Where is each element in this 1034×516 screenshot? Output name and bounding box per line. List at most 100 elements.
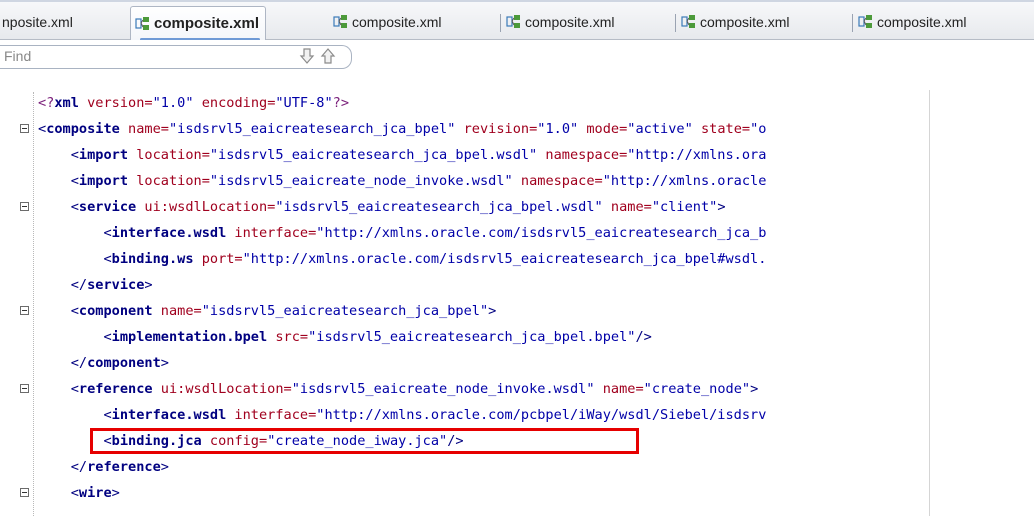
code-token: encoding= bbox=[193, 95, 276, 111]
code-token: "isdsrvl5_eaicreatesearch_jca_bpel.wsdl" bbox=[275, 199, 603, 215]
code-token: "active" bbox=[627, 121, 693, 137]
code-token: state= bbox=[692, 121, 751, 137]
code-token: < bbox=[38, 251, 112, 267]
code-token: "isdsrvl5_eaicreatesearch_jca_bpel.wsdl" bbox=[209, 147, 538, 163]
code-token: "http://xmlns.oracle.com/isdsrvl5_eaicre… bbox=[316, 225, 767, 241]
code-token: reference bbox=[78, 381, 153, 397]
tab-label: composite.xml bbox=[700, 14, 790, 30]
code-token: "http://xmlns.oracle.com/pcbpel/iWay/wsd… bbox=[316, 407, 767, 423]
code-token: > bbox=[144, 277, 153, 293]
code-token: > bbox=[750, 381, 759, 397]
code-token: > bbox=[111, 485, 120, 501]
xml-file-icon bbox=[681, 14, 697, 30]
tab-composite-xml-4[interactable]: composite.xml bbox=[506, 8, 614, 36]
right-margin-line bbox=[929, 90, 930, 516]
fold-toggle-icon[interactable] bbox=[20, 306, 29, 315]
code-token: < bbox=[38, 225, 112, 241]
code-token: name= bbox=[594, 381, 644, 397]
code-token: name= bbox=[152, 303, 202, 319]
code-token: "client" bbox=[651, 199, 718, 215]
code-token: "isdsrvl5_eaicreatesearch_jca_bpel" bbox=[168, 121, 456, 137]
fold-guide-line bbox=[33, 92, 34, 516]
code-line: <binding.jca config="create_node_iway.jc… bbox=[38, 428, 464, 454]
xml-file-icon bbox=[858, 14, 874, 30]
code-line: <interface.wsdl interface="http://xmlns.… bbox=[38, 402, 766, 428]
code-token: "isdsrvl5_eaicreatesearch_jca_bpel.bpel" bbox=[308, 329, 636, 345]
code-token: <? bbox=[38, 95, 55, 111]
code-token: "create_node_iway.jca" bbox=[267, 433, 448, 449]
code-token: namespace= bbox=[537, 147, 628, 163]
code-token: port= bbox=[193, 251, 243, 267]
fold-toggle-icon[interactable] bbox=[20, 488, 29, 497]
code-token: > bbox=[717, 199, 726, 215]
code-token: < bbox=[38, 173, 79, 189]
code-token: "http://xmlns.oracle.com/isdsrvl5_eaicre… bbox=[242, 251, 767, 267]
code-token: mode= bbox=[578, 121, 628, 137]
code-token: src= bbox=[267, 329, 309, 345]
code-token: revision= bbox=[455, 121, 538, 137]
code-line: <service ui:wsdlLocation="isdsrvl5_eaicr… bbox=[38, 194, 726, 220]
code-token: xml bbox=[54, 95, 79, 111]
code-line: <composite name="isdsrvl5_eaicreatesearc… bbox=[38, 116, 766, 142]
tab-composite-xml-5[interactable]: composite.xml bbox=[681, 8, 789, 36]
code-token: </ bbox=[38, 355, 88, 371]
code-token: /> bbox=[447, 433, 464, 449]
code-token: < bbox=[38, 407, 112, 423]
code-token: "isdsrvl5_eaicreatesearch_jca_bpel" bbox=[201, 303, 489, 319]
tab-separator bbox=[852, 14, 853, 32]
code-token: service bbox=[87, 277, 145, 293]
fold-toggle-icon[interactable] bbox=[20, 202, 29, 211]
code-token: > bbox=[160, 355, 169, 371]
code-token: component bbox=[87, 355, 161, 371]
code-token: "1.0" bbox=[152, 95, 194, 111]
code-token: composite bbox=[46, 121, 120, 137]
code-token: component bbox=[78, 303, 153, 319]
tab-composite-xml-active[interactable]: composite.xml bbox=[130, 6, 267, 40]
code-token: interface= bbox=[226, 225, 317, 241]
code-token: wire bbox=[78, 485, 112, 501]
code-token: </ bbox=[38, 277, 88, 293]
find-bar: Find bbox=[0, 40, 1034, 74]
code-line: </component> bbox=[38, 350, 169, 376]
tab-composite-xml-1[interactable]: nposite.xml bbox=[2, 8, 73, 36]
xml-file-icon bbox=[135, 16, 151, 32]
code-token: </ bbox=[38, 459, 88, 475]
tab-label: composite.xml bbox=[352, 14, 442, 30]
code-line: <import location="isdsrvl5_eaicreatesear… bbox=[38, 142, 767, 168]
code-token: < bbox=[38, 147, 79, 163]
code-token: /> bbox=[635, 329, 652, 345]
code-token: binding.ws bbox=[111, 251, 194, 267]
code-token: namespace= bbox=[512, 173, 603, 189]
code-token: config= bbox=[201, 433, 268, 449]
tab-composite-xml-6[interactable]: composite.xml bbox=[858, 8, 966, 36]
code-line: <binding.ws port="http://xmlns.oracle.co… bbox=[38, 246, 766, 272]
code-token: "http://xmlns.oracle bbox=[602, 173, 767, 189]
code-token: interface= bbox=[226, 407, 317, 423]
code-token: "isdsrvl5_eaicreate_node_invoke.wsdl" bbox=[291, 381, 595, 397]
find-previous-button[interactable] bbox=[318, 48, 338, 68]
find-next-button[interactable] bbox=[297, 48, 317, 68]
code-token: interface.wsdl bbox=[111, 407, 227, 423]
fold-toggle-icon[interactable] bbox=[20, 384, 29, 393]
code-token: ui:wsdlLocation= bbox=[136, 199, 276, 215]
code-line: </reference> bbox=[38, 454, 169, 480]
arrow-up-icon bbox=[319, 47, 337, 69]
code-line: </service> bbox=[38, 272, 153, 298]
code-token: < bbox=[38, 303, 79, 319]
xml-source-editor[interactable]: <?xml version="1.0" encoding="UTF-8"?> <c… bbox=[0, 74, 1034, 516]
code-line: <implementation.bpel src="isdsrvl5_eaicr… bbox=[38, 324, 652, 350]
code-token: interface.wsdl bbox=[111, 225, 227, 241]
code-token: ?> bbox=[332, 95, 350, 111]
code-line: <reference ui:wsdlLocation="isdsrvl5_eai… bbox=[38, 376, 759, 402]
fold-toggle-icon[interactable] bbox=[20, 124, 29, 133]
code-token: import bbox=[78, 147, 129, 163]
tab-composite-xml-3[interactable]: composite.xml bbox=[333, 8, 441, 36]
code-token: name= bbox=[119, 121, 169, 137]
code-token: < bbox=[38, 381, 79, 397]
xml-file-icon bbox=[333, 14, 349, 30]
code-token: "UTF-8" bbox=[275, 95, 333, 111]
tab-label: nposite.xml bbox=[2, 14, 73, 30]
code-line: <wire> bbox=[38, 480, 120, 506]
tab-separator bbox=[500, 14, 501, 32]
code-token: > bbox=[160, 459, 169, 475]
